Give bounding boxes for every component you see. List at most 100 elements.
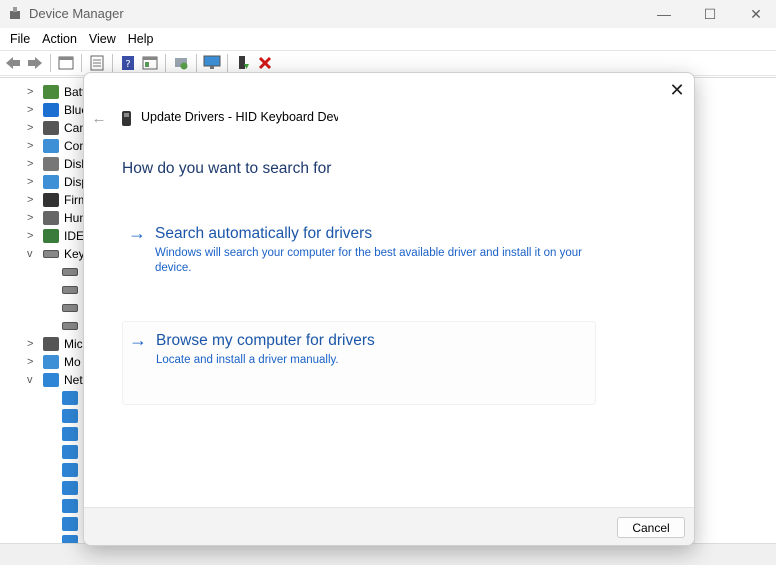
network-icon (43, 373, 59, 387)
menu-action[interactable]: Action (36, 32, 83, 46)
update-driver-button[interactable] (234, 54, 252, 72)
toolbar-separator (112, 54, 113, 72)
svg-text:?: ? (125, 59, 130, 70)
option-description: Windows will search your computer for th… (155, 247, 582, 274)
battery-icon (43, 85, 59, 99)
dialog-footer: Cancel (84, 507, 694, 545)
toolbar-separator (81, 54, 82, 72)
monitor-icon (203, 55, 221, 69)
chevron-right-icon[interactable]: > (27, 158, 37, 170)
update-drivers-dialog: ✕ ← Update Drivers - HID Keyboard Device… (83, 72, 695, 546)
tree-row-label: IDE (64, 229, 85, 243)
computer-icon (43, 139, 59, 153)
window-title: Device Manager (29, 6, 124, 21)
chevron-right-icon[interactable]: > (27, 356, 37, 368)
toolbar-separator (227, 54, 228, 72)
menu-bar: File Action View Help (0, 28, 776, 50)
disk-icon (43, 157, 59, 171)
network-adapter-icon (62, 499, 78, 513)
chevron-right-icon[interactable]: > (27, 176, 37, 188)
chevron-right-icon[interactable]: > (27, 86, 37, 98)
title-bar: Device Manager — ☐ ✕ (0, 0, 776, 28)
cancel-button[interactable]: Cancel (617, 517, 685, 538)
close-icon: ✕ (669, 79, 685, 100)
properties-icon (58, 56, 74, 70)
forward-icon (28, 57, 42, 69)
uninstall-button[interactable] (256, 54, 274, 72)
scan-hardware-icon (175, 58, 188, 70)
network-adapter-icon (62, 463, 78, 477)
keyboard-icon (43, 250, 59, 258)
arrow-right-icon: → (128, 223, 146, 243)
minimize-icon: — (657, 6, 671, 22)
maximize-button[interactable]: ☐ (687, 0, 733, 28)
dialog-question: How do you want to search for (122, 160, 332, 177)
view-icon (142, 56, 158, 70)
close-icon: ✕ (750, 5, 762, 22)
help-icon: ? (122, 56, 134, 70)
keyboard-icon (62, 286, 78, 294)
device-manager-icon (10, 7, 20, 19)
toolbar-separator (196, 54, 197, 72)
forward-button[interactable] (26, 54, 44, 72)
menu-help[interactable]: Help (122, 32, 160, 46)
arrow-right-icon: → (129, 330, 147, 350)
chevron-right-icon[interactable]: > (27, 194, 37, 206)
chevron-right-icon[interactable]: > (27, 122, 37, 134)
mouse-icon (43, 337, 59, 351)
ide-icon (43, 229, 59, 243)
dialog-back-button[interactable]: ← (90, 109, 108, 127)
close-window-button[interactable]: ✕ (733, 0, 776, 28)
scan-hardware-button[interactable] (172, 54, 190, 72)
view-button[interactable] (141, 54, 159, 72)
keyboard-icon (62, 322, 78, 330)
keyboard-device-icon (122, 111, 131, 126)
minimize-button[interactable]: — (641, 0, 687, 28)
menu-file[interactable]: File (4, 32, 36, 46)
toolbar-separator (165, 54, 166, 72)
chevron-right-icon[interactable]: > (27, 212, 37, 224)
firmware-icon (43, 193, 59, 207)
hid-icon (43, 211, 59, 225)
keyboard-icon (62, 268, 78, 276)
chevron-right-icon[interactable]: > (27, 338, 37, 350)
network-adapter-icon (62, 391, 78, 405)
back-icon (6, 57, 20, 69)
list-button[interactable] (88, 54, 106, 72)
search-automatically-option[interactable]: → Search automatically for drivers Windo… (122, 215, 596, 283)
chevron-right-icon[interactable]: > (27, 140, 37, 152)
dialog-heading: Update Drivers - HID Keyboard Device (141, 110, 338, 124)
update-driver-icon (239, 56, 249, 69)
keyboard-icon (62, 304, 78, 312)
status-bar (0, 543, 776, 565)
option-title: Browse my computer for drivers (156, 332, 375, 349)
right-panel (694, 80, 776, 543)
network-adapter-icon (62, 517, 78, 531)
network-adapter-icon (62, 445, 78, 459)
properties-button[interactable] (57, 54, 75, 72)
uninstall-icon (258, 56, 272, 70)
chevron-right-icon[interactable]: > (27, 104, 37, 116)
maximize-icon: ☐ (703, 5, 717, 22)
chevron-right-icon[interactable]: > (27, 230, 37, 242)
help-button[interactable]: ? (119, 54, 137, 72)
dialog-close-button[interactable]: ✕ (666, 79, 688, 101)
toolbar-separator (50, 54, 51, 72)
list-icon (90, 55, 104, 71)
monitor-icon (43, 355, 59, 369)
monitor-button[interactable] (203, 54, 221, 72)
tree-row-label: Net (64, 373, 83, 387)
network-adapter-icon (62, 427, 78, 441)
menu-view[interactable]: View (83, 32, 122, 46)
network-adapter-icon (62, 481, 78, 495)
browse-computer-option[interactable]: → Browse my computer for drivers Locate … (122, 321, 596, 405)
tree-row-label: Mic (64, 337, 83, 351)
option-title: Search automatically for drivers (155, 225, 373, 242)
chevron-down-icon[interactable]: v (27, 374, 37, 386)
option-description: Locate and install a driver manually. (156, 354, 339, 366)
tree-row-label: Key (64, 247, 85, 261)
chevron-down-icon[interactable]: v (27, 248, 37, 260)
back-button[interactable] (4, 54, 22, 72)
camera-icon (43, 121, 59, 135)
bluetooth-icon (43, 103, 59, 117)
